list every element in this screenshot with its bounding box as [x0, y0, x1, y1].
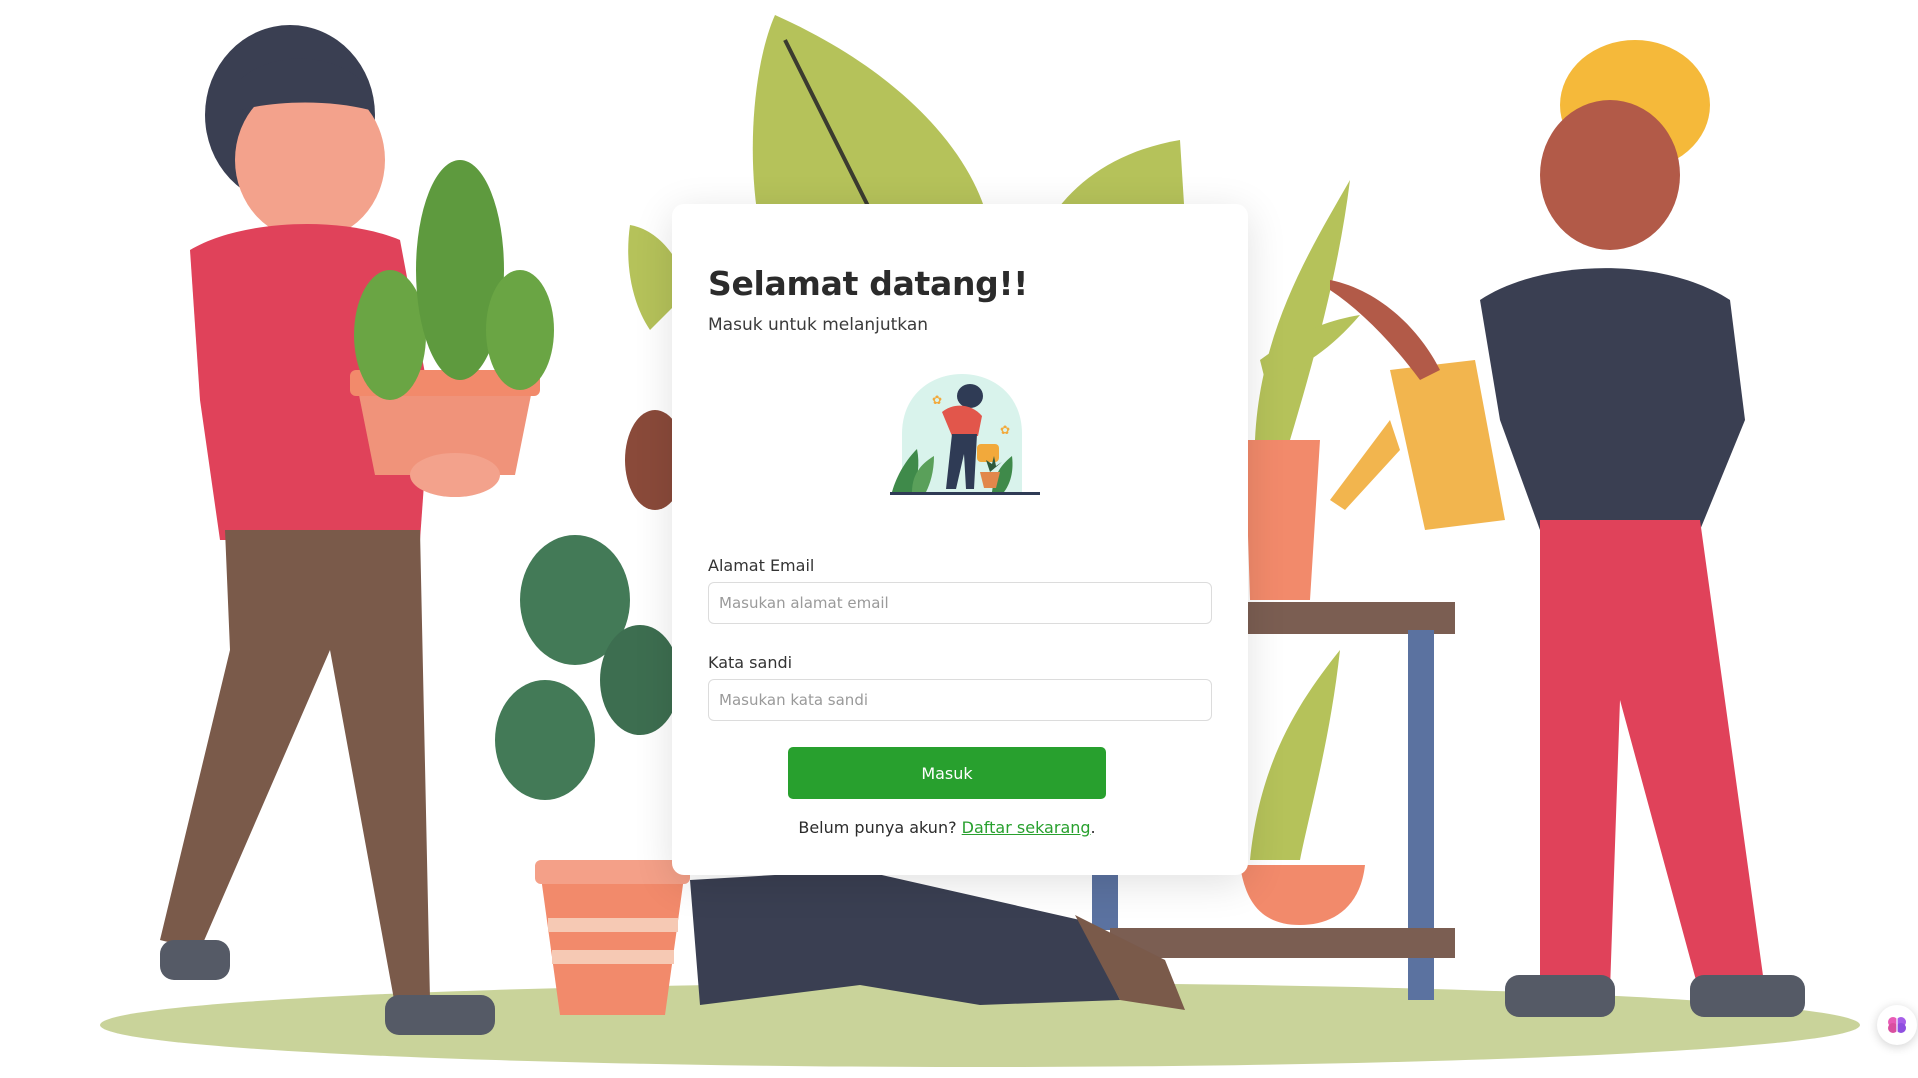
gardener-watering-plants-icon: ✿ ✿ — [890, 374, 1040, 495]
man-watering-plants — [1330, 40, 1805, 1017]
floating-assistant-button[interactable] — [1877, 1005, 1917, 1045]
email-label: Alamat Email — [708, 556, 815, 575]
bowl-plant — [1250, 650, 1340, 860]
password-label: Kata sandi — [708, 653, 793, 672]
shelf-plant-leaves — [1255, 180, 1350, 440]
shelf-top — [1240, 602, 1455, 634]
register-suffix: . — [1090, 818, 1096, 837]
login-button[interactable]: Masuk — [788, 747, 1106, 799]
bowl-plant — [1240, 865, 1365, 925]
login-card: Selamat datang!! Masuk untuk melanjutkan… — [672, 204, 1248, 875]
email-input[interactable] — [708, 582, 1212, 624]
woman-with-cactus — [160, 25, 554, 1035]
shelf-bottom — [1110, 928, 1455, 958]
register-link[interactable]: Daftar sekarang — [962, 818, 1091, 837]
svg-text:✿: ✿ — [932, 393, 942, 407]
password-input[interactable] — [708, 679, 1212, 721]
register-prompt-row: Belum punya akun? Daftar sekarang. — [672, 818, 1222, 837]
page-subtitle: Masuk untuk melanjutkan — [708, 315, 929, 335]
brain-icon — [1888, 1017, 1906, 1033]
svg-text:✿: ✿ — [1000, 423, 1010, 437]
register-prompt: Belum punya akun? — [798, 818, 957, 837]
shelf-plant-pot — [1245, 440, 1320, 600]
page-title: Selamat datang!! — [708, 264, 1028, 303]
left-potted-plant — [495, 535, 690, 1015]
